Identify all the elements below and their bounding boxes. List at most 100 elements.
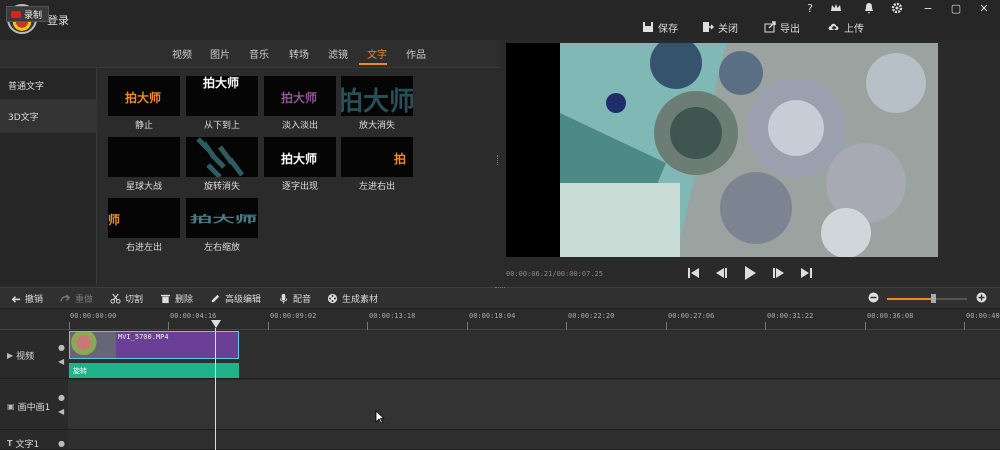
ruler-tick — [268, 322, 269, 330]
effect-label: 左右缩放 — [203, 243, 240, 253]
eye-icon[interactable]: ● — [58, 343, 65, 352]
ruler-label: 00:00:36:08 — [867, 312, 914, 320]
effect-sample-text: 拍大师 — [190, 214, 258, 226]
dub-button[interactable]: 配音 — [278, 292, 311, 305]
ruler-tick — [566, 322, 567, 330]
effect-thumb-horizontal-scale[interactable]: 拍大师 — [186, 198, 258, 238]
close-window-button[interactable]: ✕ — [974, 2, 994, 16]
save-button[interactable]: 保存 — [642, 20, 678, 35]
zoom-slider-fill — [887, 298, 934, 300]
undo-icon — [11, 296, 21, 303]
crown-icon[interactable] — [826, 2, 846, 16]
next-frame-button[interactable] — [770, 265, 786, 281]
upload-button[interactable]: 上传 — [828, 20, 864, 35]
effect-thumb-right-in-left-out[interactable]: 师 — [108, 198, 180, 238]
skip-to-start-button[interactable] — [686, 265, 702, 281]
track-lane-pip[interactable] — [68, 380, 1000, 430]
tab-music[interactable]: 音乐 — [249, 46, 269, 61]
toolbar-grip[interactable] — [495, 287, 505, 289]
ruler-label: 00:00:22:20 — [568, 312, 615, 320]
ruler-tick — [865, 322, 866, 330]
playhead-line[interactable] — [215, 328, 216, 450]
tab-transition[interactable]: 转场 — [289, 46, 309, 61]
skip-start-icon — [688, 268, 699, 278]
gear-icon[interactable] — [887, 2, 907, 16]
generate-material-label: 生成素材 — [342, 295, 379, 305]
export-button[interactable]: 导出 — [764, 20, 800, 35]
edit-toolbar — [0, 287, 1000, 309]
effect-label: 右进左出 — [125, 243, 162, 253]
eye-icon[interactable]: ● — [58, 393, 65, 402]
track-label-pip: ▣ 画中画1 — [7, 400, 50, 413]
ruler-label: 00:00:27:06 — [668, 312, 715, 320]
step-back-icon — [716, 268, 727, 278]
undo-button[interactable]: 撤销 — [10, 292, 43, 305]
previous-frame-button[interactable] — [714, 265, 730, 281]
video-preview[interactable] — [506, 43, 938, 257]
effect-label: 淡入淡出 — [281, 121, 318, 131]
pencil-icon — [211, 294, 220, 303]
cut-button[interactable]: 切割 — [110, 292, 143, 305]
speaker-icon[interactable]: ◀ — [58, 357, 64, 366]
redo-button[interactable]: 重做 — [60, 292, 93, 305]
tab-text[interactable]: 文字 — [367, 46, 387, 61]
zoom-out-button[interactable] — [868, 292, 879, 306]
tab-image[interactable]: 图片 — [210, 46, 230, 61]
zoom-slider-handle[interactable] — [931, 294, 937, 303]
preview-frame-image — [506, 43, 938, 257]
playhead-handle[interactable] — [211, 320, 221, 328]
close-project-button[interactable]: 关闭 — [702, 20, 738, 35]
close-project-icon — [703, 22, 714, 32]
effect-thumb-rotate[interactable] — [186, 137, 258, 177]
effect-thumb-star-wars[interactable] — [108, 137, 180, 177]
record-label: 录制 — [24, 10, 43, 21]
track-lane-text[interactable] — [68, 431, 1000, 450]
effect-thumb-static[interactable]: 拍大师 — [108, 76, 180, 116]
export-icon — [764, 21, 776, 33]
ruler-label: 00:00:18:04 — [469, 312, 516, 320]
plus-circle-icon — [976, 292, 987, 303]
delete-button[interactable]: 删除 — [160, 292, 193, 305]
effect-thumb-char-by-char[interactable]: 拍大师 — [264, 137, 336, 177]
speaker-icon[interactable]: ◀ — [58, 407, 64, 416]
play-icon — [745, 266, 756, 280]
effect-thumb-bottom-up[interactable]: 拍大师 — [186, 76, 258, 116]
login-link[interactable]: 登录 — [47, 12, 69, 28]
tab-filter[interactable]: 滤镜 — [328, 46, 348, 61]
category-3d-text[interactable]: 3D文字 — [0, 99, 97, 133]
text-effect-bar[interactable] — [69, 363, 239, 378]
effect-sample-text: 师 — [108, 213, 121, 227]
skip-to-end-button[interactable] — [798, 265, 814, 281]
effect-thumb-left-in-right-out[interactable]: 拍 — [341, 137, 413, 177]
effect-thumb-zoom-out[interactable]: 拍大师 — [341, 76, 413, 116]
effect-label: 静止 — [134, 121, 153, 131]
skip-end-icon — [801, 268, 812, 278]
tab-video[interactable]: 视频 — [172, 46, 192, 61]
generate-material-button[interactable]: 生成素材 — [327, 292, 378, 305]
effect-label: 从下到上 — [203, 121, 240, 131]
film-reel-icon — [327, 293, 338, 304]
ruler-tick — [666, 322, 667, 330]
upload-icon — [828, 23, 839, 31]
ruler-tick — [765, 322, 766, 330]
effect-sample-text: 拍大师 — [125, 91, 162, 105]
delete-label: 删除 — [175, 295, 194, 305]
ruler-tick — [964, 322, 965, 330]
zoom-in-button[interactable] — [976, 292, 987, 306]
bell-icon[interactable] — [859, 2, 879, 16]
play-button[interactable] — [742, 265, 758, 281]
advanced-edit-button[interactable]: 高级编辑 — [210, 292, 261, 305]
record-button[interactable]: 录制 — [6, 6, 49, 22]
ruler-tick — [69, 322, 70, 330]
effect-label: 逐字出现 — [281, 182, 318, 192]
pip-track-icon: ▣ — [7, 402, 15, 411]
restore-button[interactable]: ▢ — [946, 2, 966, 16]
eye-icon[interactable]: ● — [58, 439, 65, 448]
tab-works[interactable]: 作品 — [406, 46, 426, 61]
category-plain-text[interactable]: 普通文字 — [0, 68, 97, 102]
mouse-cursor-icon — [375, 410, 385, 424]
panel-splitter[interactable] — [497, 155, 500, 165]
help-icon[interactable]: ? — [800, 2, 820, 16]
effect-thumb-fade[interactable]: 拍大师 — [264, 76, 336, 116]
minimize-button[interactable]: − — [918, 2, 938, 16]
